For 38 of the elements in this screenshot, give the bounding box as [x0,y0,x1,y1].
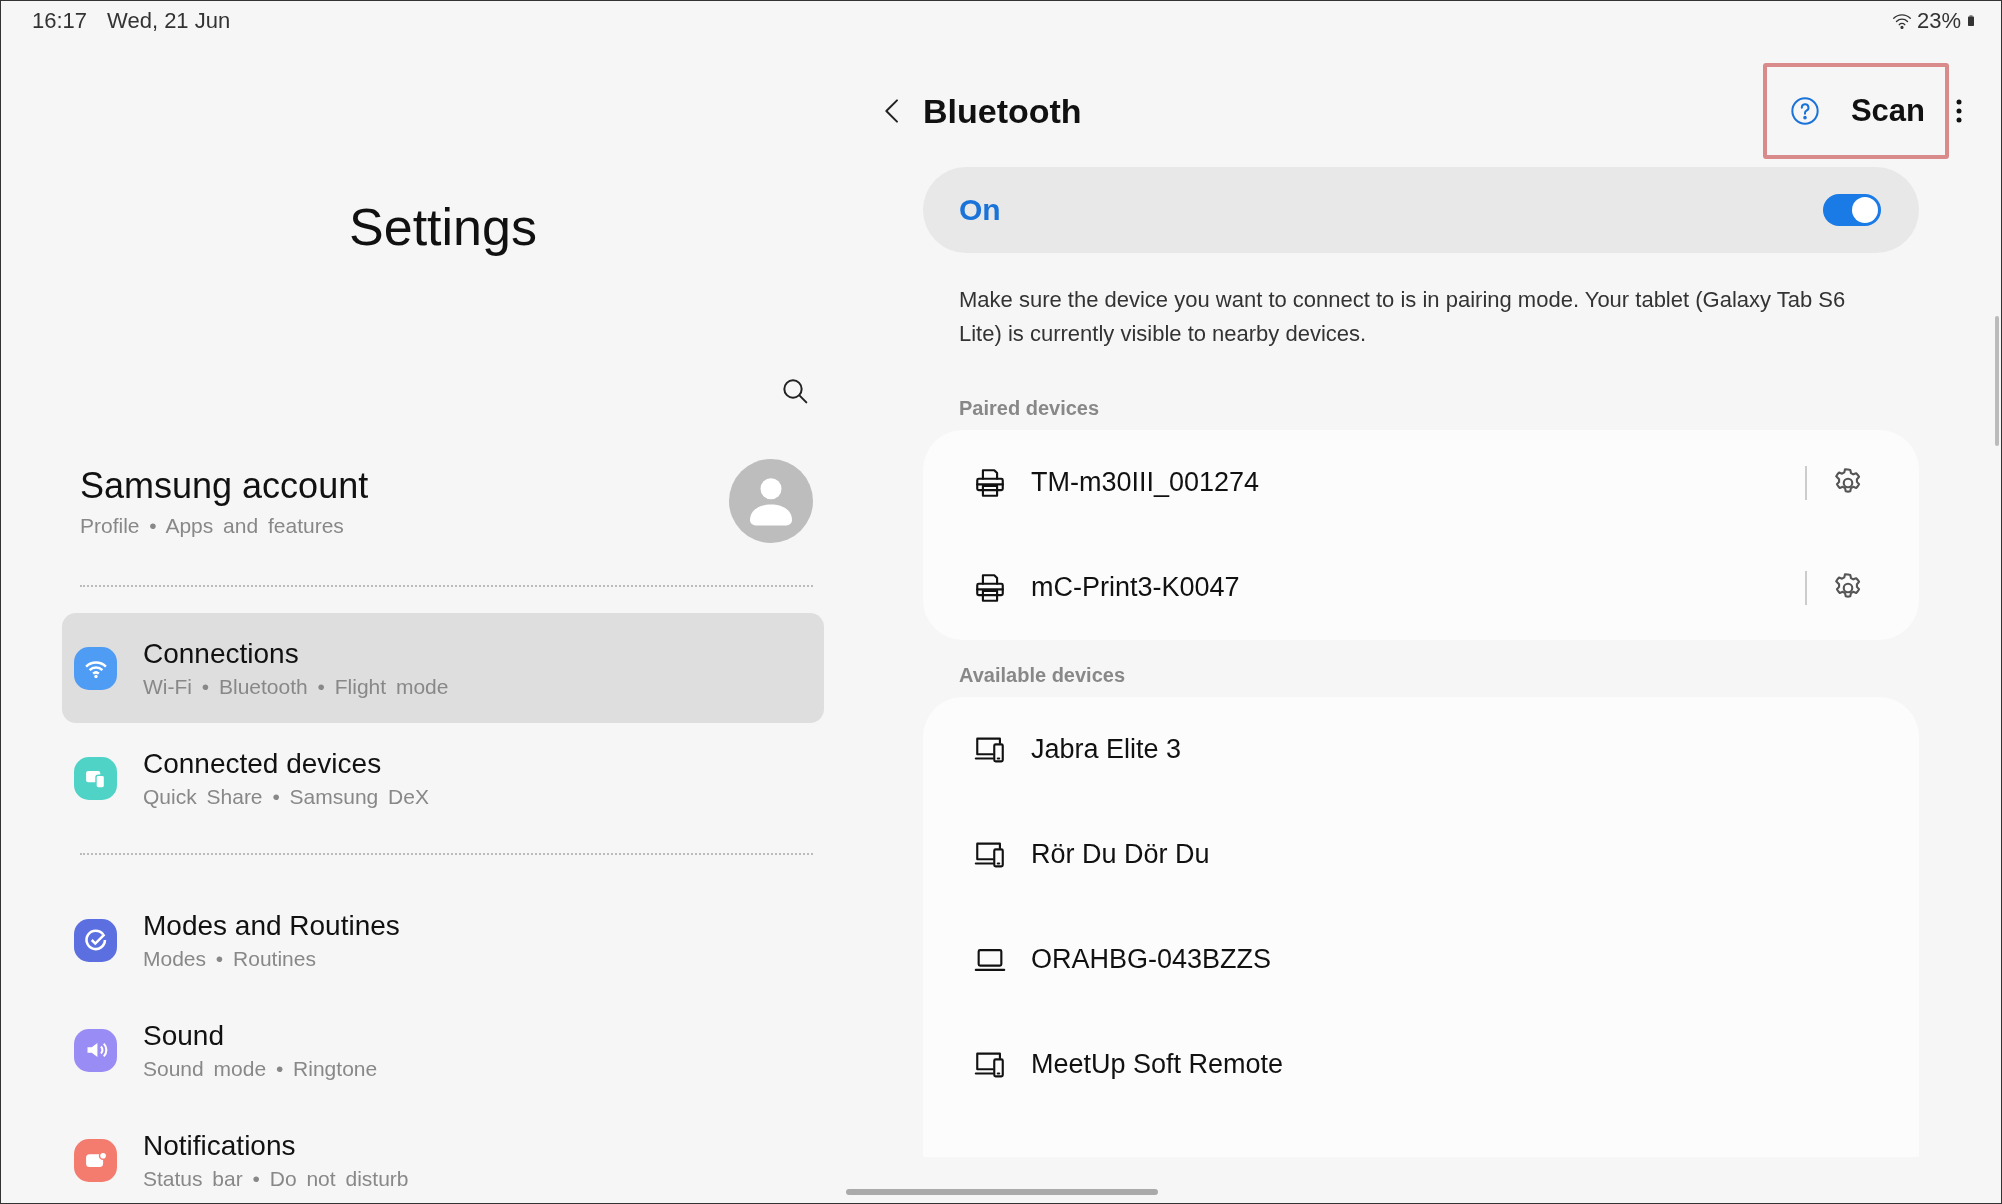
item-title: Notifications [143,1129,297,1163]
device-name[interactable]: Jabra Elite 3 [1031,734,1865,765]
scan-button[interactable]: Scan [1850,93,1925,129]
device-name[interactable]: TM-m30III_001274 [1031,467,1781,498]
settings-item[interactable]: Notifications Status bar • Do not disturb [62,1105,824,1203]
device-name[interactable]: ORAHBG-043BZZS [1031,944,1865,975]
battery-level: 23% [1916,8,1961,34]
date: Wed, 21 Jun [107,8,231,34]
settings-item[interactable]: Sound Sound mode • Ringtone [62,995,824,1105]
page-title: Bluetooth [923,91,1083,131]
item-title: Modes and Routines [143,909,400,943]
account-details: Profile • Apps and features [80,514,345,538]
item-title: Connections [143,637,300,671]
settings-item[interactable]: Connections Wi-Fi • Bluetooth • Flight mode [62,613,824,723]
item-details: Status bar • Do not disturb [143,1167,409,1191]
device-name[interactable]: MeetUp Soft Remote [1031,1049,1865,1080]
item-title: Connected devices [143,747,383,781]
device-name[interactable]: mC-Print3-K0047 [1031,572,1781,603]
item-details: Sound mode • Ringtone [143,1057,378,1081]
clock: 16:17 [32,8,88,34]
page-title: Settings [348,197,538,258]
item-details: Quick Share • Samsung DeX [143,785,429,809]
master-switch-card[interactable]: On [923,167,1919,253]
device-name[interactable]: Rör Du Dör Du [1031,839,1865,870]
description: Make sure the device you want to connect to is in pairing mode. Your tablet (Galaxy Tab S6 Lite) is currently visible to nearby devices. [959,286,1847,348]
item-title: Sound [143,1019,225,1053]
item-details: Modes • Routines [143,947,317,971]
account-name[interactable]: Samsung account [80,464,729,508]
item-details: Wi-Fi • Bluetooth • Flight mode [143,675,449,699]
help-icon[interactable] [1788,95,1821,127]
section-heading: Available devices [959,664,1127,687]
more-options-icon[interactable] [1955,97,1963,125]
toggle-switch[interactable] [1823,194,1881,226]
avatar-icon [729,459,813,543]
switch-label: On [959,193,1002,227]
settings-item[interactable]: Modes and Routines Modes • Routines [62,885,824,995]
section-heading: Paired devices [959,397,1101,420]
settings-item[interactable]: Connected devices Quick Share • Samsung DeX [62,723,824,833]
